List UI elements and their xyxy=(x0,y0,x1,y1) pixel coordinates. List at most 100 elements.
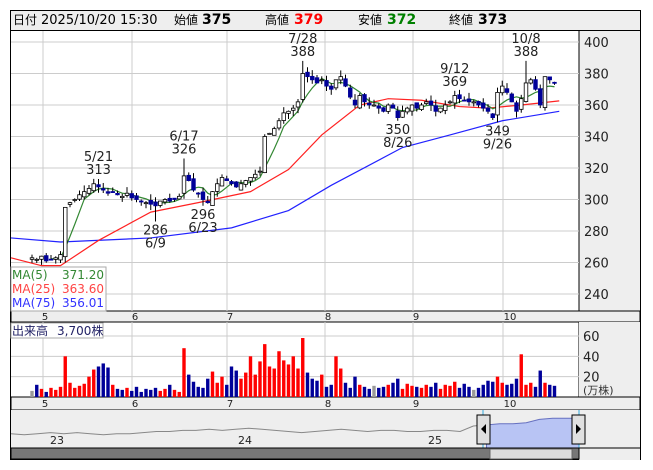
candle-down[interactable] xyxy=(191,178,196,191)
candle-down[interactable] xyxy=(305,71,310,78)
candle-up[interactable] xyxy=(34,258,39,261)
candle-down[interactable] xyxy=(314,77,320,84)
candle-down[interactable] xyxy=(485,107,491,112)
candle-up[interactable] xyxy=(158,200,163,206)
candle-down[interactable] xyxy=(428,100,434,106)
candle-down[interactable] xyxy=(504,88,510,93)
candle-down[interactable] xyxy=(352,99,358,106)
candle-down[interactable] xyxy=(101,188,106,191)
candle-up[interactable] xyxy=(281,112,286,121)
candle-up[interactable] xyxy=(58,254,63,261)
candle-up[interactable] xyxy=(63,206,68,258)
candle-up[interactable] xyxy=(519,98,524,110)
candle-up[interactable] xyxy=(419,104,424,110)
candle-up[interactable] xyxy=(291,107,296,111)
candle-up[interactable] xyxy=(495,92,500,116)
candle-down[interactable] xyxy=(310,75,315,81)
candle-down[interactable] xyxy=(481,102,486,109)
candle-down[interactable] xyxy=(129,193,134,199)
candle-down[interactable] xyxy=(224,178,229,182)
candle-down[interactable] xyxy=(476,101,481,106)
candle-up[interactable] xyxy=(262,136,267,174)
candle-up[interactable] xyxy=(39,255,44,260)
candle-down[interactable] xyxy=(186,174,191,182)
candle-down[interactable] xyxy=(110,191,115,193)
candle-up[interactable] xyxy=(338,76,343,81)
candle-up[interactable] xyxy=(219,177,225,187)
candle-up[interactable] xyxy=(424,101,429,104)
candle-down[interactable] xyxy=(462,99,467,102)
candle-down[interactable] xyxy=(395,110,400,119)
candle-up[interactable] xyxy=(82,191,87,198)
candle-up[interactable] xyxy=(386,104,391,112)
candle-up[interactable] xyxy=(276,120,282,129)
candle-up[interactable] xyxy=(248,177,253,182)
candle-up[interactable] xyxy=(77,194,82,200)
candle-up[interactable] xyxy=(67,202,73,205)
candle-up[interactable] xyxy=(542,76,548,108)
candle-down[interactable] xyxy=(329,85,334,90)
candle-up[interactable] xyxy=(300,73,305,100)
scrollbar-thumb[interactable] xyxy=(489,448,573,460)
candle-down[interactable] xyxy=(533,79,538,90)
candle-down[interactable] xyxy=(234,181,239,188)
candle-up[interactable] xyxy=(286,110,291,114)
candle-up[interactable] xyxy=(409,104,415,112)
candle-up[interactable] xyxy=(86,188,92,194)
candle-down[interactable] xyxy=(509,93,514,103)
candle-up[interactable] xyxy=(162,199,168,203)
candle-down[interactable] xyxy=(457,94,462,100)
candle-up[interactable] xyxy=(357,95,362,109)
candle-down[interactable] xyxy=(348,87,353,98)
candle-up[interactable] xyxy=(319,79,324,82)
candle-down[interactable] xyxy=(367,102,372,106)
candle-down[interactable] xyxy=(552,81,557,84)
candle-down[interactable] xyxy=(390,104,396,109)
candle-up[interactable] xyxy=(443,104,448,111)
candle-up[interactable] xyxy=(124,192,130,196)
candle-down[interactable] xyxy=(172,197,177,200)
candle-up[interactable] xyxy=(400,110,405,118)
candle-down[interactable] xyxy=(514,102,519,112)
candle-down[interactable] xyxy=(433,105,438,112)
candle-up[interactable] xyxy=(528,79,533,84)
candle-down[interactable] xyxy=(44,255,49,262)
stock-chart[interactable]: 5/213132866/96/173262966/237/283883508/2… xyxy=(0,0,653,470)
candle-up[interactable] xyxy=(267,132,272,135)
candle-up[interactable] xyxy=(438,107,443,113)
candle-down[interactable] xyxy=(105,191,111,194)
candle-up[interactable] xyxy=(210,191,215,206)
candle-down[interactable] xyxy=(229,181,234,185)
candle-down[interactable] xyxy=(490,113,495,119)
candle-up[interactable] xyxy=(72,199,77,201)
candle-down[interactable] xyxy=(148,199,153,205)
candle-up[interactable] xyxy=(215,183,220,192)
candle-down[interactable] xyxy=(167,197,172,202)
candle-down[interactable] xyxy=(153,201,158,207)
candle-up[interactable] xyxy=(471,101,476,104)
candle-down[interactable] xyxy=(376,105,381,109)
candle-up[interactable] xyxy=(143,202,149,205)
candle-up[interactable] xyxy=(29,257,35,260)
candle-up[interactable] xyxy=(447,101,453,104)
candle-up[interactable] xyxy=(500,85,505,94)
candle-down[interactable] xyxy=(324,80,329,87)
candle-up[interactable] xyxy=(177,195,182,200)
candle-down[interactable] xyxy=(547,76,552,81)
candle-down[interactable] xyxy=(96,184,101,188)
candle-up[interactable] xyxy=(257,170,263,173)
candle-down[interactable] xyxy=(381,107,386,112)
candle-up[interactable] xyxy=(523,82,529,102)
candle-down[interactable] xyxy=(196,192,201,195)
candle-down[interactable] xyxy=(115,192,120,196)
candle-down[interactable] xyxy=(414,102,419,109)
candle-down[interactable] xyxy=(134,195,139,200)
candle-down[interactable] xyxy=(205,200,210,204)
candle-up[interactable] xyxy=(295,101,301,108)
candle-up[interactable] xyxy=(91,183,96,192)
candle-up[interactable] xyxy=(243,180,248,185)
candle-up[interactable] xyxy=(53,257,58,260)
candle-up[interactable] xyxy=(405,107,410,113)
candle-up[interactable] xyxy=(333,79,339,89)
candle-up[interactable] xyxy=(371,104,377,107)
